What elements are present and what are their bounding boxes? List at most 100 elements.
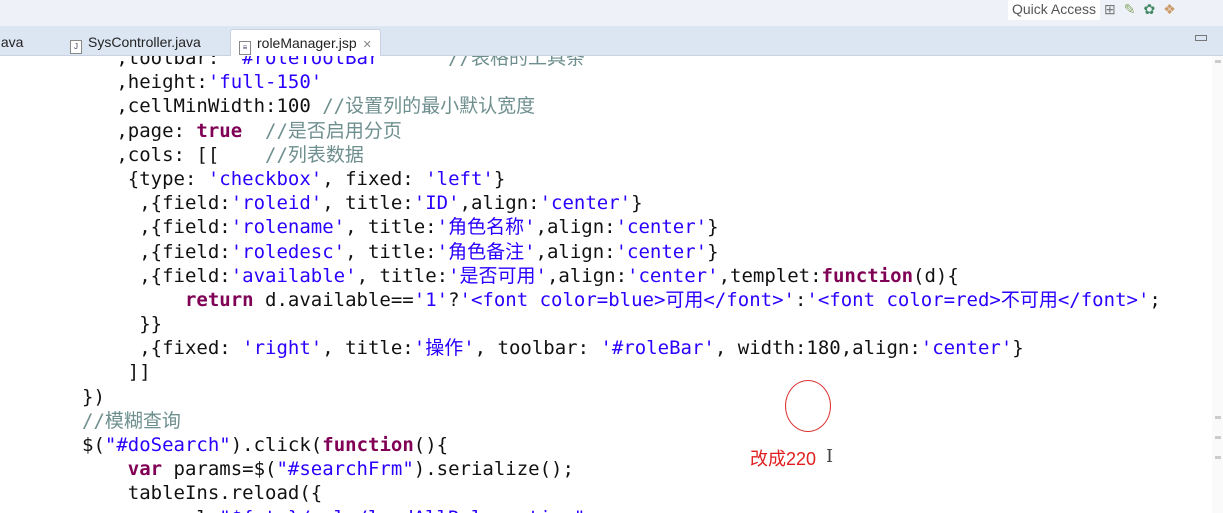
string-token: 'available' [230,264,357,287]
string-token: 'left' [425,167,494,190]
code-editor[interactable]: ,toolbar: '#roleToolBar' //表格的工具条 ,heigh… [0,56,1212,513]
code-token: ; [1149,288,1161,311]
code-token: } [707,216,719,239]
comment-token: //表格的工具条 [448,56,585,69]
code-token: ,{fixed: [82,337,243,360]
code-token: , toolbar: [474,337,601,360]
quick-access-input[interactable]: Quick Access [1008,0,1101,20]
code-token: ,page: [82,119,197,142]
text-cursor-icon: I [826,446,834,467]
code-token: url: [82,507,220,513]
debug-icon[interactable]: ✿ [1143,0,1155,18]
string-token: 'full-150' [207,71,323,94]
code-token: , title: [322,337,414,360]
code-line: tableIns.reload({ [82,481,1161,505]
code-token: } [631,192,643,215]
annotation-circle [785,380,831,432]
string-token: '1' [413,288,449,311]
string-token: 'center' [539,192,632,215]
close-icon[interactable]: ✕ [363,39,372,51]
string-token: "${ctx}/role/loadAllRole.action" [219,507,585,513]
keyword-token: true [196,119,243,142]
code-line: var params=$("#searchFrm").serialize(); [82,457,1161,481]
code-token: ,toolbar: [82,56,231,69]
code-token: ).serialize(); [413,458,574,481]
code-line: ]] [82,360,1161,384]
tab-rolemanager-jsp[interactable]: ≡ roleManager.jsp ✕ [230,29,381,56]
code-line: $("#doSearch").click(function(){ [82,433,1161,457]
string-token: 'rolename' [230,216,346,239]
git-icon[interactable]: ✎ [1124,0,1136,18]
code-token: {type: [82,167,208,190]
code-token: ,{field: [82,192,231,215]
string-token: 'roledesc' [230,240,346,263]
tab-syscontroller-java[interactable]: J SysController.java [70,29,201,55]
code-line: ,{field:'rolename', title:'角色名称',align:'… [82,215,1161,239]
string-token: 'center' [615,240,708,263]
string-token: 'center' [920,337,1013,360]
code-token: ,cols: [[ [82,143,266,166]
keyword-token: function [322,434,414,456]
string-token: '#roleToolBar' [230,56,391,69]
tab-label: SysController.java [88,34,201,50]
comment-token: //设置列的最小默认宽度 [322,95,536,118]
code-token: , fixed: [322,167,426,190]
string-token: 'center' [615,216,708,239]
string-token: 'roleid' [230,192,323,215]
code-line: }) [82,385,1161,409]
code-token: ? [448,288,460,311]
code-text[interactable]: ,toolbar: '#roleToolBar' //表格的工具条 ,heigh… [82,56,1161,513]
java-icon[interactable]: ❖ [1163,0,1176,18]
code-token: , title: [345,240,437,263]
vertical-scrollbar[interactable] [1212,56,1223,513]
string-token: '角色名称' [436,216,536,239]
string-token: '角色备注' [436,240,536,263]
string-token: '#roleBar' [600,337,715,360]
code-token: $( [82,434,105,456]
code-token: ,align: [546,264,628,287]
code-token: tableIns.reload({ [82,482,323,505]
code-token: ).click( [230,434,323,456]
main-toolbar: Quick Access ⊞ ✎ ✿ ❖ [0,0,1223,26]
code-token: } [1012,337,1024,360]
code-token: (d){ [913,264,959,287]
string-token: '<font color=red>不可用</font>' [806,288,1150,311]
string-token: '操作' [413,337,475,360]
code-line: }} [82,312,1161,336]
code-line: ,{field:'roledesc', title:'角色备注',align:'… [82,240,1161,264]
code-line: ,page: true //是否启用分页 [82,119,1161,143]
string-token: 'right' [242,337,323,360]
code-token: d.available== [253,288,414,311]
code-token: ,align: [459,192,540,215]
code-token: , width:180,align: [714,337,921,360]
string-token: '是否可用' [448,264,547,287]
code-line: {type: 'checkbox', fixed: 'left'} [82,167,1161,191]
code-line: ,height:'full-150' [82,70,1161,94]
code-line: return d.available=='1'?'<font color=blu… [82,288,1161,312]
code-line: url:"${ctx}/role/loadAllRole.action" [82,506,1161,513]
minimize-button[interactable] [1195,35,1207,41]
string-token: 'center' [627,264,719,287]
code-token: }) [82,385,105,408]
code-token: (){ [413,434,449,456]
tab-controller-java[interactable]: r.java [0,29,23,55]
java-file-icon: J [70,40,82,54]
string-token: 'ID' [413,192,460,215]
code-line: ,{fixed: 'right', title:'操作', toolbar: '… [82,336,1161,360]
jsp-file-icon: ≡ [239,41,251,55]
code-token: ,align: [535,216,616,239]
code-token: ,{field: [82,240,231,263]
code-token: params=$( [162,458,277,481]
code-token: ,cellMinWidth:100 [82,95,323,118]
code-token: ]] [82,361,151,384]
perspective-icon[interactable]: ⊞ [1104,0,1116,18]
code-token: }} [82,313,163,336]
code-token: , title: [322,192,414,215]
code-token: ,templet: [718,264,822,287]
tab-label: roleManager.jsp [257,35,357,51]
code-line: ,toolbar: '#roleToolBar' //表格的工具条 [82,56,1161,70]
code-token: ,height: [82,71,208,94]
